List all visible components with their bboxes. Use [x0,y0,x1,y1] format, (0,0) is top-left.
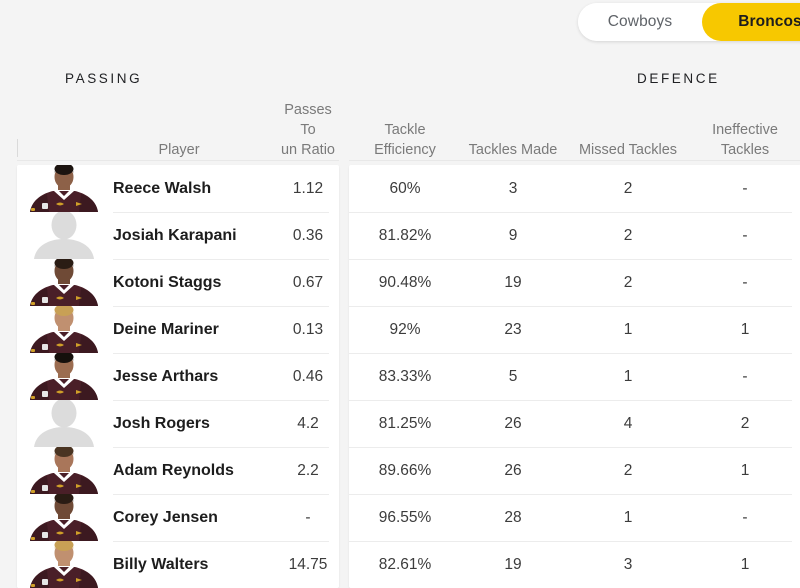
cell-tackle-efficiency: 81.25% [378,414,432,432]
cell-tackles-made: 26 [504,461,522,479]
cell-passes-to-run-ratio: 0.13 [292,320,324,338]
cell-ineffective-tackles: 1 [740,555,750,573]
cell-ineffective-tackles: - [742,226,748,244]
player-placeholder-icon [17,400,111,447]
table-row[interactable]: Jesse Arthars 0.46 [17,353,339,400]
cell-ineffective-tackles: 1 [740,461,750,479]
cell-ineffective-tackles: 1 [740,320,750,338]
cell-missed-tackles: 4 [623,414,633,432]
cell-passes-to-run-ratio: 0.46 [292,367,324,385]
cell-tackle-efficiency: 82.61% [378,555,432,573]
cell-passes-to-run-ratio: - [305,508,311,526]
table-row[interactable]: 90.48% 19 2 - [349,259,800,306]
cell-ineffective-tackles: - [742,508,748,526]
table-row[interactable]: Deine Mariner 0.13 [17,306,339,353]
table-row[interactable]: 81.82% 9 2 - [349,212,800,259]
table-row[interactable]: 81.25% 26 4 2 [349,400,800,447]
cell-tackles-made: 5 [508,367,518,385]
cell-tackle-efficiency: 90.48% [378,273,432,291]
team-tab-switcher[interactable]: Cowboys Broncos [578,3,800,41]
table-row[interactable]: Kotoni Staggs 0.67 [17,259,339,306]
table-row[interactable]: 82.61% 19 3 1 [349,541,800,588]
cell-tackles-made: 26 [504,414,522,432]
cell-tackles-made: 19 [504,273,522,291]
player-photo [17,353,111,400]
player-photo [17,306,111,353]
cell-ineffective-tackles: 2 [740,414,750,432]
cell-ineffective-tackles: - [742,273,748,291]
column-header-ineffective_tackles[interactable]: Ineffective Tackles [691,120,799,160]
cell-tackle-efficiency: 83.33% [378,367,432,385]
header-rule [17,160,339,161]
player-name: Deine Mariner [113,320,219,338]
table-row[interactable]: Reece Walsh 1.12 [17,165,339,212]
player-name: Josiah Karapani [113,226,237,244]
table-row[interactable]: 83.33% 5 1 - [349,353,800,400]
cell-passes-to-run-ratio: 14.75 [288,555,328,573]
table-row[interactable]: 60% 3 2 - [349,165,800,212]
cell-tackles-made: 3 [508,179,518,197]
tab-broncos[interactable]: Broncos [702,3,800,41]
table-row[interactable]: Josh Rogers 4.2 [17,400,339,447]
player-placeholder-icon [17,212,111,259]
table-row[interactable]: 89.66% 26 2 1 [349,447,800,494]
cell-ineffective-tackles: - [742,179,748,197]
table-row[interactable]: Josiah Karapani 0.36 [17,212,339,259]
cell-tackle-efficiency: 92% [389,320,421,338]
cell-tackles-made: 19 [504,555,522,573]
player-name: Adam Reynolds [113,461,234,479]
table-row[interactable]: Corey Jensen - [17,494,339,541]
section-title-passing: PASSING [65,71,143,86]
player-photo [17,165,111,212]
table-row[interactable]: Adam Reynolds 2.2 [17,447,339,494]
column-header-passes_to_run_ratio[interactable]: Passes To un Ratio [253,100,363,160]
table-row[interactable]: 92% 23 1 1 [349,306,800,353]
column-header-player[interactable]: Player [113,140,245,160]
column-header-tackle_efficiency[interactable]: Tackle Efficiency [349,120,461,160]
tab-cowboys[interactable]: Cowboys [578,3,702,41]
cell-missed-tackles: 1 [623,508,633,526]
player-photo [17,447,111,494]
cell-passes-to-run-ratio: 0.36 [292,226,324,244]
cell-missed-tackles: 2 [623,461,633,479]
section-title-defence: DEFENCE [637,71,720,86]
table-row[interactable]: Billy Walters 14.75 [17,541,339,588]
player-stats-screen: Cowboys Broncos PASSING DEFENCE Player Pa… [0,0,800,588]
cell-missed-tackles: 2 [623,179,633,197]
cell-passes-to-run-ratio: 4.2 [297,414,319,432]
header-divider-tick [17,139,18,157]
player-name: Josh Rogers [113,414,210,432]
cell-passes-to-run-ratio: 1.12 [292,179,324,197]
player-name: Jesse Arthars [113,367,219,385]
cell-ineffective-tackles: - [742,367,748,385]
cell-tackle-efficiency: 81.82% [378,226,432,244]
cell-missed-tackles: 3 [623,555,633,573]
cell-tackle-efficiency: 89.66% [378,461,432,479]
player-name: Corey Jensen [113,508,218,526]
cell-tackles-made: 28 [504,508,522,526]
header-rule [349,160,800,161]
cell-tackle-efficiency: 60% [389,179,421,197]
table-row[interactable]: 96.55% 28 1 - [349,494,800,541]
cell-passes-to-run-ratio: 2.2 [297,461,319,479]
cell-missed-tackles: 2 [623,273,633,291]
stats-table-scrollable-columns[interactable]: 60% 3 2-81.82% 9 2-90.48% 19 2-92% 23 1 1 83.33% 5 1… [349,165,800,588]
column-header-missed_tackles[interactable]: Missed Tackles [565,140,691,160]
player-photo [17,541,111,588]
player-name: Billy Walters [113,555,209,573]
cell-missed-tackles: 1 [623,320,633,338]
player-name: Reece Walsh [113,179,212,197]
player-photo [17,494,111,541]
cell-tackles-made: 23 [504,320,522,338]
player-photo [17,259,111,306]
column-header-tackles_made[interactable]: Tackles Made [461,140,565,160]
cell-tackles-made: 9 [508,226,518,244]
cell-missed-tackles: 2 [623,226,633,244]
cell-passes-to-run-ratio: 0.67 [292,273,324,291]
stats-table-frozen-columns[interactable]: Reece Walsh 1.12 Josiah Karapani 0.36 Ko… [17,165,339,588]
player-name: Kotoni Staggs [113,273,222,291]
cell-tackle-efficiency: 96.55% [378,508,432,526]
cell-missed-tackles: 1 [623,367,633,385]
